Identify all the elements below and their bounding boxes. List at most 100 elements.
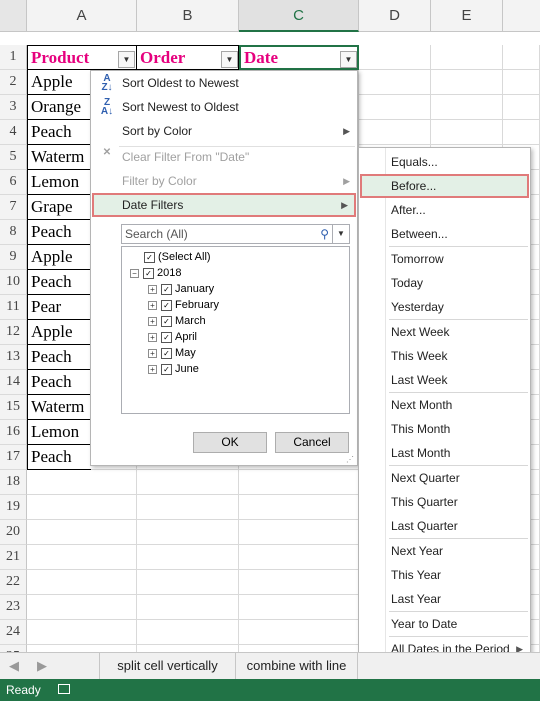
menu-sort-by-color[interactable]: Sort by Color ▶ [92, 119, 356, 143]
submenu-item[interactable]: This Month [360, 417, 529, 441]
product-cell[interactable]: Peach [27, 345, 91, 370]
submenu-item[interactable]: Tomorrow [360, 247, 529, 271]
row-header[interactable]: 9 [0, 245, 27, 270]
product-cell[interactable]: Waterm [27, 395, 91, 420]
column-header-c[interactable]: C [239, 0, 359, 32]
checkbox-checked-icon[interactable]: ✓ [161, 331, 172, 343]
row-header[interactable]: 24 [0, 620, 27, 645]
product-cell[interactable]: Peach [27, 445, 91, 470]
submenu-item[interactable]: Last Quarter [360, 514, 529, 538]
grid-cell[interactable] [431, 120, 503, 145]
tree-item-select-all[interactable]: ✓ (Select All) [144, 249, 211, 265]
grid-cell[interactable] [137, 495, 239, 520]
filter-button-date[interactable]: ▼ [340, 51, 357, 68]
product-cell[interactable]: Apple [27, 320, 91, 345]
column-header-a[interactable]: A [27, 0, 137, 32]
menu-date-filters[interactable]: Date Filters ▶ [92, 193, 356, 217]
grid-cell[interactable] [503, 95, 540, 120]
row-header[interactable]: 13 [0, 345, 27, 370]
menu-clear-filter[interactable]: ✕ Clear Filter From "Date" [92, 145, 356, 169]
submenu-item[interactable]: Before... [360, 174, 529, 198]
grid-cell[interactable] [27, 470, 137, 495]
submenu-item[interactable]: This Year [360, 563, 529, 587]
grid-cell[interactable] [503, 120, 540, 145]
product-cell[interactable]: Grape [27, 195, 91, 220]
grid-cell[interactable] [137, 620, 239, 645]
grid-cell[interactable] [359, 95, 431, 120]
submenu-item[interactable]: Yesterday [360, 295, 529, 319]
grid-cell[interactable] [431, 70, 503, 95]
chevron-down-icon[interactable]: ▼ [332, 225, 349, 243]
checkbox-checked-icon[interactable]: ✓ [161, 363, 172, 375]
grid-cell[interactable] [431, 95, 503, 120]
checkbox-checked-icon[interactable]: ✓ [161, 347, 172, 359]
grid-cell[interactable] [137, 595, 239, 620]
menu-sort-oldest[interactable]: A Z↓ Sort Oldest to Newest [92, 71, 356, 95]
expand-icon[interactable]: + [148, 284, 157, 294]
submenu-item[interactable]: This Week [360, 344, 529, 368]
resize-grip-icon[interactable]: ⋰ [346, 455, 354, 464]
row-header[interactable]: 3 [0, 95, 27, 120]
row-header[interactable]: 19 [0, 495, 27, 520]
expand-icon[interactable]: + [148, 300, 157, 310]
submenu-item[interactable]: Equals... [360, 150, 529, 174]
checkbox-checked-icon[interactable]: ✓ [144, 251, 155, 263]
row-header[interactable]: 2 [0, 70, 27, 95]
ok-button[interactable]: OK [193, 432, 267, 453]
row-header[interactable]: 14 [0, 370, 27, 395]
product-cell[interactable]: Peach [27, 270, 91, 295]
row-header[interactable]: 22 [0, 570, 27, 595]
submenu-item[interactable]: This Quarter [360, 490, 529, 514]
cancel-button[interactable]: Cancel [275, 432, 349, 453]
tree-item-month[interactable]: + ✓ February [148, 297, 219, 313]
column-header-f[interactable] [503, 0, 540, 32]
grid-cell[interactable] [27, 595, 137, 620]
grid-cell[interactable] [27, 620, 137, 645]
menu-sort-newest[interactable]: Z A↓ Sort Newest to Oldest [92, 95, 356, 119]
grid-cell[interactable] [239, 545, 359, 570]
tree-item-year[interactable]: − ✓ 2018 [130, 265, 181, 281]
tree-item-month[interactable]: + ✓ April [148, 329, 197, 345]
row-header[interactable]: 16 [0, 420, 27, 445]
product-cell[interactable]: Waterm [27, 145, 91, 170]
tab-split-cell-vertically[interactable]: split cell vertically [100, 653, 236, 679]
grid-cell[interactable] [27, 520, 137, 545]
row-header[interactable]: 8 [0, 220, 27, 245]
row-header[interactable]: 12 [0, 320, 27, 345]
select-all-corner[interactable] [0, 0, 27, 32]
row-header[interactable]: 4 [0, 120, 27, 145]
row-header[interactable]: 10 [0, 270, 27, 295]
tab-more-icon[interactable] [56, 653, 100, 679]
submenu-item[interactable]: Last Month [360, 441, 529, 465]
tree-item-month[interactable]: + ✓ May [148, 345, 196, 361]
tree-item-month[interactable]: + ✓ March [148, 313, 206, 329]
row-header[interactable]: 5 [0, 145, 27, 170]
grid-cell[interactable] [359, 120, 431, 145]
grid-cell[interactable] [137, 545, 239, 570]
grid-cell[interactable] [239, 495, 359, 520]
product-cell[interactable]: Lemon [27, 420, 91, 445]
submenu-item[interactable]: Next Week [360, 320, 529, 344]
grid-cell[interactable] [27, 495, 137, 520]
expand-icon[interactable]: + [148, 332, 157, 342]
grid-cell[interactable] [27, 545, 137, 570]
grid-cell[interactable] [239, 570, 359, 595]
row-header[interactable]: 7 [0, 195, 27, 220]
checkbox-checked-icon[interactable]: ✓ [161, 283, 172, 295]
submenu-item[interactable]: Last Week [360, 368, 529, 392]
checkbox-checked-icon[interactable]: ✓ [143, 267, 154, 279]
row-header[interactable]: 11 [0, 295, 27, 320]
row-header[interactable]: 20 [0, 520, 27, 545]
row-header[interactable]: 6 [0, 170, 27, 195]
grid-cell[interactable] [503, 45, 540, 70]
submenu-item[interactable]: Year to Date [360, 612, 529, 636]
grid-cell[interactable] [137, 520, 239, 545]
product-cell[interactable]: Orange [27, 95, 91, 120]
submenu-item[interactable]: Next Year [360, 539, 529, 563]
grid-cell[interactable] [359, 70, 431, 95]
product-cell[interactable]: Peach [27, 120, 91, 145]
column-header-b[interactable]: B [137, 0, 239, 32]
tab-combine-with-line[interactable]: combine with line [236, 653, 358, 679]
grid-cell[interactable] [137, 470, 239, 495]
row-header[interactable]: 15 [0, 395, 27, 420]
